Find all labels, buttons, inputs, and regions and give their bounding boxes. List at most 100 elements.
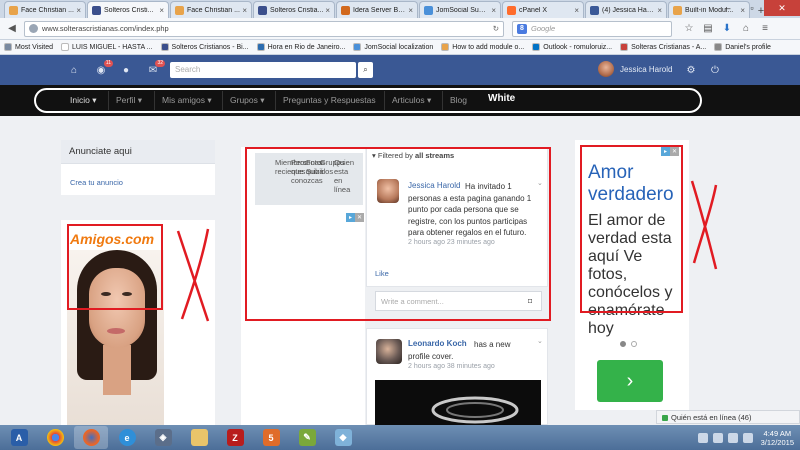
clipboard-icon[interactable]: ▤ — [700, 21, 716, 37]
browser-tab[interactable]: Face Christian ... × — [170, 1, 252, 18]
annotation-oval — [34, 88, 702, 113]
firefox-icon[interactable] — [74, 426, 108, 449]
bookmark-icon — [160, 43, 169, 51]
notification-badge: 11 — [103, 60, 113, 67]
ie-icon[interactable]: e — [110, 426, 144, 449]
gem-icon[interactable]: ◆ — [326, 426, 360, 449]
menu-icon[interactable]: ≡ — [757, 21, 773, 37]
reload-icon[interactable]: ↻ — [493, 24, 499, 33]
star-icon[interactable]: ☆ — [681, 21, 697, 37]
mail-icon[interactable]: ✉ 32 — [146, 60, 165, 77]
address-bar[interactable]: www.solterascristianas.com/index.php ↻ — [24, 20, 504, 37]
browser-tab[interactable]: cPanel X × — [502, 1, 584, 18]
annotation-x — [176, 228, 210, 322]
annotation-rect — [67, 224, 163, 310]
chevron-down-icon[interactable]: ⌄ — [537, 337, 543, 345]
browser-search-input[interactable]: 8 Google — [512, 20, 672, 37]
chrome-icon[interactable] — [38, 426, 72, 449]
flag-icon[interactable] — [697, 432, 708, 443]
close-tab-icon[interactable]: × — [408, 6, 413, 15]
home-icon[interactable]: ⌂ — [738, 21, 754, 37]
post-text: has a new profile cover. — [408, 340, 511, 361]
bookmark-item[interactable]: Solteros Cristianos - Bi... — [160, 43, 249, 51]
clock[interactable]: 4:49 AM 3/12/2015 — [761, 429, 794, 447]
start-button[interactable]: A — [2, 426, 36, 449]
close-tab-icon[interactable]: × — [325, 6, 330, 15]
close-tab-icon[interactable]: × — [574, 6, 579, 15]
site-topbar: ⌂ ◉ 11 ● ✉ 32 Search ⌕ Jessica Harold ⚙ ⏻ — [0, 55, 800, 85]
favicon-icon — [424, 5, 433, 15]
browser-tab[interactable]: Idera Server Ba... × — [336, 1, 418, 18]
app-icon[interactable]: ◈ — [146, 426, 180, 449]
browser-tab[interactable]: Solteros Cristi... × — [87, 1, 169, 18]
globe-icon[interactable]: ◉ 11 — [94, 60, 113, 77]
close-tab-icon[interactable]: × — [491, 6, 496, 15]
network-icon[interactable] — [712, 432, 723, 443]
notepad-icon[interactable]: ✎ — [290, 426, 324, 449]
close-window-button[interactable]: ✕ — [764, 0, 800, 16]
user-name[interactable]: Jessica Harold — [620, 65, 672, 74]
bookmark-icon — [61, 43, 69, 51]
power-icon[interactable]: ⏻ — [708, 63, 722, 77]
bookmark-item[interactable]: Most Visited — [4, 43, 53, 51]
url-text: www.solterascristianas.com/index.php — [42, 24, 169, 33]
create-ad-link[interactable]: Crea tu anuncio — [70, 178, 123, 187]
browser-tab[interactable]: Face Christian ... × — [4, 1, 86, 18]
bookmark-icon — [714, 43, 723, 51]
bookmark-item[interactable]: JomSocial localization — [353, 43, 433, 51]
shield-icon[interactable] — [727, 432, 738, 443]
cover-image[interactable] — [375, 380, 541, 425]
home-icon[interactable]: ⌂ — [67, 63, 81, 77]
favicon-icon — [507, 5, 516, 15]
avatar[interactable] — [376, 339, 402, 364]
search-icon[interactable]: ⌕ — [358, 62, 373, 78]
window-controls: – ▫ ✕ — [716, 0, 800, 16]
favicon-icon — [258, 5, 267, 15]
browser-navbar: ◀ www.solterascristianas.com/index.php ↻… — [0, 18, 800, 40]
bookmarks-bar: Most Visited LUIS MIGUEL - HASTA ... Solte… — [0, 40, 800, 55]
close-tab-icon[interactable]: × — [159, 6, 164, 15]
annotation-rect — [245, 147, 551, 321]
favicon-icon — [341, 5, 350, 15]
bookmark-item[interactable]: LUIS MIGUEL - HASTA ... — [61, 43, 153, 51]
annotation-rect — [580, 145, 683, 313]
close-tab-icon[interactable]: × — [76, 6, 81, 15]
online-users-widget[interactable]: Quién está en línea (46) — [656, 410, 800, 424]
favicon-icon — [175, 5, 184, 15]
bookmark-item[interactable]: How to add module o... — [441, 43, 524, 51]
browser-tab[interactable]: JomSocial Supp... × — [419, 1, 501, 18]
carousel-dots[interactable] — [620, 341, 642, 347]
favicon-icon — [9, 5, 18, 15]
bookmark-item[interactable]: Outlook - romuloruiz... — [532, 43, 612, 51]
user-icon[interactable]: ● — [119, 63, 133, 77]
bookmark-icon — [256, 43, 265, 51]
avatar[interactable] — [598, 61, 614, 77]
main-menu: Inicio ▾ Perfil ▾ Mis amigos ▾ Grupos ▾ Preg… — [0, 85, 800, 116]
volume-icon[interactable] — [742, 432, 753, 443]
browser-tab[interactable]: Solteros Cristia... × — [253, 1, 335, 18]
website: ⌂ ◉ 11 ● ✉ 32 Search ⌕ Jessica Harold ⚙ ⏻ … — [0, 55, 800, 425]
html-editor-icon[interactable]: 5 — [254, 426, 288, 449]
download-icon[interactable]: ⬇ — [719, 21, 735, 37]
gear-icon[interactable]: ⚙ — [684, 63, 698, 77]
bookmark-item[interactable]: Hora en Rio de Janeiro... — [256, 43, 345, 51]
bookmark-item[interactable]: Daniel's profile — [714, 43, 771, 51]
ad-go-button[interactable]: › — [597, 360, 663, 402]
filezilla-icon[interactable]: Z — [218, 426, 252, 449]
annotation-x — [690, 180, 718, 270]
browser-tab-strip: Face Christian ... × Solteros Cristi... × Fa… — [0, 0, 800, 18]
users-icon — [662, 415, 668, 422]
site-search-input[interactable]: Search — [170, 62, 356, 78]
browser-tab[interactable]: (4) Jessica Haro... × — [585, 1, 667, 18]
favicon-icon — [92, 5, 101, 15]
back-icon[interactable]: ◀ — [4, 21, 20, 37]
system-tray: 4:49 AM 3/12/2015 — [693, 425, 800, 450]
bookmark-item[interactable]: Solteras Cristianas - A... — [620, 43, 706, 51]
folder-icon[interactable] — [182, 426, 216, 449]
close-tab-icon[interactable]: × — [242, 6, 247, 15]
minimize-button[interactable]: – — [716, 0, 740, 16]
close-tab-icon[interactable]: × — [657, 6, 662, 15]
bookmark-icon — [4, 43, 12, 51]
message-badge: 32 — [155, 60, 165, 67]
maximize-button[interactable]: ▫ — [740, 0, 764, 16]
